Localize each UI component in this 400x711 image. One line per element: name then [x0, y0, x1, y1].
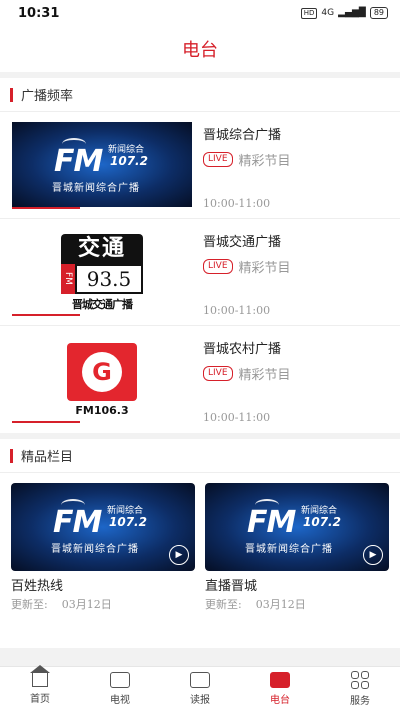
logo-sub-text: 晋城新闻综合广播 — [245, 544, 333, 555]
featured-card[interactable]: FM 新闻综合 107.2 晋城新闻综合广播 ▶ 直播晋城 更新至: 03月12日 — [205, 483, 389, 648]
logo-num-text: 107.2 — [110, 154, 148, 168]
update-label: 更新至: — [205, 598, 242, 611]
play-progress-bar — [12, 314, 80, 316]
live-row: LIVE 精彩节目 — [203, 257, 388, 276]
logo-sub-text: 晋城新闻综合广播 — [51, 544, 139, 555]
radio-station-item[interactable]: 交通 FM 93.5 晋城交通广播 晋城交通广播 LIVE 精彩节目 10:00… — [0, 219, 400, 326]
station-info: 晋城农村广播 LIVE 精彩节目 10:00-11:00 — [203, 336, 388, 433]
live-badge: LIVE — [203, 366, 233, 381]
broadcast-section: 广播频率 FM 新闻综合 107.2 晋城新闻综合广播 晋城综合广播 LIVE … — [0, 78, 400, 433]
status-icons: HD 4G ▂▄▆█ 89 — [300, 7, 388, 19]
logo-top-text: 交通 — [61, 233, 143, 264]
station-name: 晋城综合广播 — [203, 128, 282, 143]
nav-item-newspaper[interactable]: 读报 — [160, 667, 240, 711]
page-title: 电台 — [182, 40, 218, 61]
play-progress-bar — [12, 207, 80, 209]
traffic-93-5-logo: 交通 FM 93.5 晋城交通广播 — [12, 229, 192, 316]
featured-section-title: 精品栏目 — [21, 450, 74, 465]
tv-icon — [110, 672, 130, 688]
battery-icon: 89 — [369, 7, 388, 19]
program-name: 精彩节目 — [238, 368, 291, 383]
featured-section: 精品栏目 FM 新闻综合 107.2 晋城新闻综合广播 ▶ 百姓热线 更新至: 0… — [0, 439, 400, 648]
fm-107-2-logo: FM 新闻综合 107.2 晋城新闻综合广播 — [11, 483, 195, 571]
featured-name: 直播晋城 — [205, 579, 258, 594]
logo-fm-text: FM — [61, 263, 75, 294]
station-info: 晋城综合广播 LIVE 精彩节目 10:00-11:00 — [203, 122, 388, 218]
fm-107-2-logo: FM 新闻综合 107.2 晋城新闻综合广播 — [205, 483, 389, 571]
app-root: 10:31 HD 4G ▂▄▆█ 89 电台 广播频率 FM 新闻综合 107.… — [0, 0, 400, 711]
station-name: 晋城农村广播 — [203, 342, 282, 357]
program-time: 10:00-11:00 — [203, 304, 271, 317]
featured-grid: FM 新闻综合 107.2 晋城新闻综合广播 ▶ 百姓热线 更新至: 03月12日 — [0, 473, 400, 648]
station-thumbnail[interactable]: 交通 FM 93.5 晋城交通广播 — [12, 229, 192, 316]
signal-icon: ▂▄▆█ — [338, 8, 366, 18]
status-bar: 10:31 HD 4G ▂▄▆█ 89 — [0, 0, 400, 26]
logo-num-text: 93.5 — [75, 263, 143, 294]
logo-freq-text: FM106.3 — [75, 403, 129, 417]
program-name: 精彩节目 — [238, 154, 291, 169]
logo-letter: G — [82, 351, 122, 392]
section-marker — [10, 87, 13, 102]
featured-update: 更新至: 03月12日 — [205, 596, 389, 612]
live-row: LIVE 精彩节目 — [203, 364, 388, 383]
network-label: 4G — [321, 8, 335, 18]
broadcast-section-title: 广播频率 — [21, 89, 74, 104]
featured-thumbnail[interactable]: FM 新闻综合 107.2 晋城新闻综合广播 ▶ — [205, 483, 389, 571]
broadcast-section-header: 广播频率 — [0, 78, 400, 112]
bottom-nav: 首页 电视 读报 电台 服务 — [0, 665, 400, 711]
live-row: LIVE 精彩节目 — [203, 150, 388, 169]
featured-thumbnail[interactable]: FM 新闻综合 107.2 晋城新闻综合广播 ▶ — [11, 483, 195, 571]
fm-106-3-logo: G FM106.3 — [12, 336, 192, 423]
play-progress-bar — [12, 421, 80, 423]
fm-107-2-logo: FM 新闻综合 107.2 晋城新闻综合广播 — [12, 122, 192, 207]
featured-name: 百姓热线 — [11, 579, 64, 594]
nav-item-radio[interactable]: 电台 — [240, 667, 320, 711]
nav-label: 首页 — [30, 694, 50, 705]
featured-update: 更新至: 03月12日 — [11, 596, 195, 612]
featured-section-header: 精品栏目 — [0, 439, 400, 473]
logo-num-text: 107.2 — [109, 515, 147, 529]
play-icon[interactable]: ▶ — [363, 545, 383, 565]
play-icon[interactable]: ▶ — [169, 545, 189, 565]
program-time: 10:00-11:00 — [203, 197, 271, 210]
logo-fm-text: FM — [247, 505, 296, 540]
program-name: 精彩节目 — [238, 261, 291, 276]
nav-label: 服务 — [350, 696, 370, 707]
nav-item-service[interactable]: 服务 — [320, 667, 400, 711]
nav-label: 读报 — [190, 695, 210, 706]
update-date: 03月12日 — [61, 598, 112, 611]
featured-card[interactable]: FM 新闻综合 107.2 晋城新闻综合广播 ▶ 百姓热线 更新至: 03月12日 — [11, 483, 195, 648]
nav-item-tv[interactable]: 电视 — [80, 667, 160, 711]
station-thumbnail[interactable]: FM 新闻综合 107.2 晋城新闻综合广播 — [12, 122, 192, 209]
page-header: 电台 — [0, 26, 400, 72]
station-thumbnail[interactable]: G FM106.3 — [12, 336, 192, 423]
live-badge: LIVE — [203, 259, 233, 274]
logo-sub-text: 晋城新闻综合广播 — [52, 183, 140, 194]
home-icon — [30, 665, 50, 687]
nav-item-home[interactable]: 首页 — [0, 665, 80, 711]
update-label: 更新至: — [11, 598, 48, 611]
nav-label: 电台 — [270, 695, 290, 706]
logo-fm-text: FM — [53, 505, 102, 540]
grid-icon — [351, 671, 369, 689]
program-time: 10:00-11:00 — [203, 411, 271, 424]
station-name: 晋城交通广播 — [203, 235, 282, 250]
nav-label: 电视 — [110, 695, 130, 706]
logo-fm-text: FM — [54, 144, 103, 179]
station-info: 晋城交通广播 LIVE 精彩节目 10:00-11:00 — [203, 229, 388, 325]
radio-icon — [270, 672, 290, 688]
hd-icon: HD — [300, 7, 318, 19]
radio-station-item[interactable]: FM 新闻综合 107.2 晋城新闻综合广播 晋城综合广播 LIVE 精彩节目 … — [0, 112, 400, 219]
radio-station-item[interactable]: G FM106.3 晋城农村广播 LIVE 精彩节目 10:00-11:00 — [0, 326, 400, 433]
section-marker — [10, 448, 13, 463]
logo-bottom-text: 晋城交通广播 — [72, 297, 133, 311]
logo-num-text: 107.2 — [303, 515, 341, 529]
newspaper-icon — [190, 672, 210, 688]
update-date: 03月12日 — [255, 598, 306, 611]
status-time: 10:31 — [18, 5, 60, 21]
live-badge: LIVE — [203, 152, 233, 167]
